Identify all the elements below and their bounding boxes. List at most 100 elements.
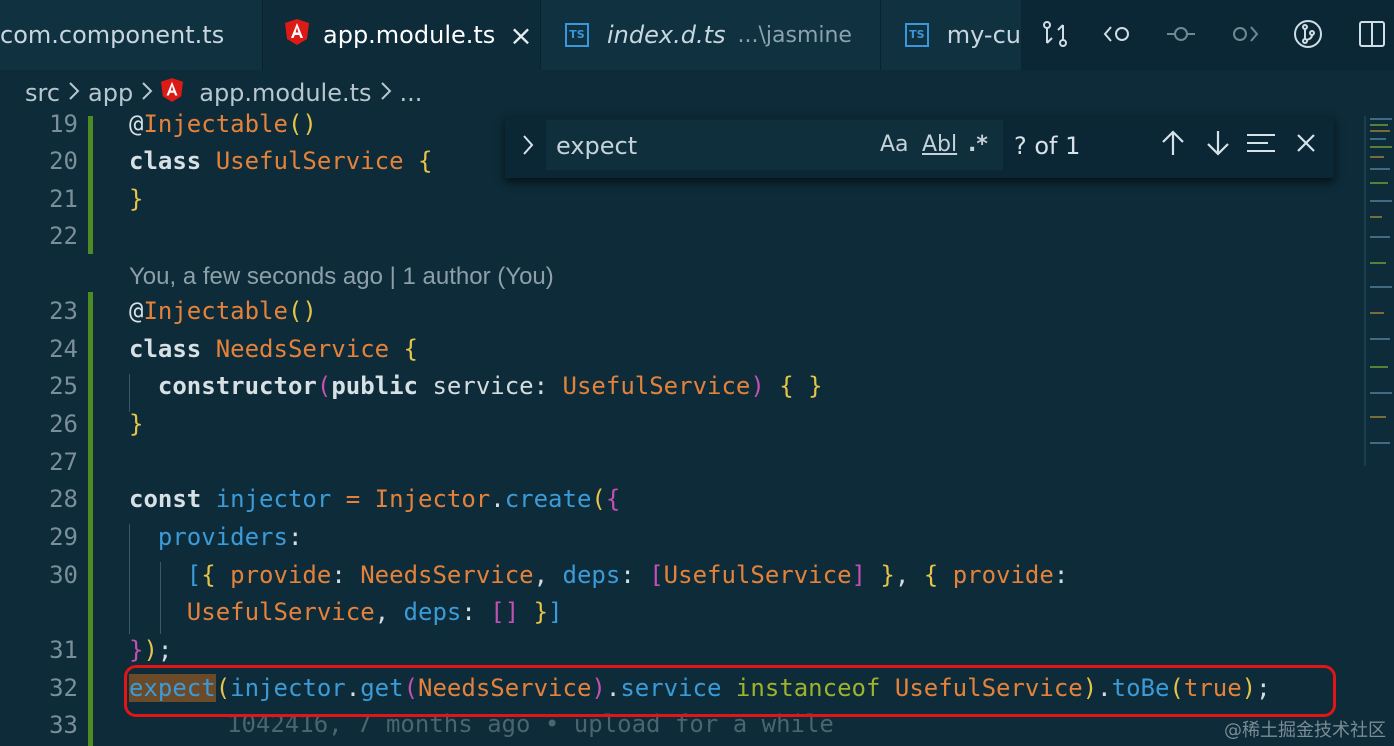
- token: constructor: [157, 372, 317, 400]
- token: =: [345, 485, 361, 513]
- token: {: [605, 485, 621, 513]
- breadcrumb-file[interactable]: app.module.ts: [199, 79, 371, 107]
- token: ): [143, 636, 158, 664]
- token: deps: [403, 598, 462, 626]
- code-line-30: [{ provide: NeedsService, deps: [UsefulS…: [129, 561, 1069, 589]
- line-number: 21: [49, 185, 78, 213]
- token: ,: [374, 598, 390, 626]
- line-number: 19: [49, 110, 78, 138]
- tab-bar: com.component.ts app.module.ts × TS inde…: [0, 0, 1394, 70]
- minimap[interactable]: [1364, 116, 1394, 466]
- code-line-31: });: [129, 636, 172, 664]
- breadcrumb-app[interactable]: app: [88, 79, 133, 107]
- angular-icon: [161, 78, 184, 108]
- token: { }: [779, 372, 823, 400]
- token: ): [750, 372, 765, 400]
- regex-toggle[interactable]: .*: [968, 132, 988, 157]
- ts-icon: TS: [565, 23, 589, 47]
- blame-annotation[interactable]: You, a few seconds ago | 1 author (You): [129, 263, 554, 291]
- find-input[interactable]: expect Aa Abl .*: [546, 120, 1003, 170]
- tab-path-hint: ...\jasmine: [737, 22, 852, 48]
- code-line-19: @Injectable(): [129, 110, 317, 138]
- code-line-29: providers:: [129, 523, 303, 551]
- tab-my-cu[interactable]: TS my-cu: [881, 0, 1021, 70]
- tab-com-component[interactable]: com.component.ts: [0, 0, 262, 70]
- token: [: [186, 561, 202, 589]
- code-line-23: @Injectable(): [129, 297, 317, 325]
- token: class: [129, 335, 202, 363]
- token: []: [490, 598, 520, 626]
- token: }: [129, 410, 144, 438]
- token: UsefulService: [663, 561, 852, 589]
- code-editor[interactable]: 19 20 21 22 23 24 25 26 27 28 29 30 31 3…: [0, 110, 1364, 746]
- token: const: [129, 485, 202, 513]
- whole-word-toggle[interactable]: Abl: [922, 132, 957, 157]
- go-back-icon[interactable]: [1100, 16, 1136, 52]
- close-icon[interactable]: [1289, 126, 1323, 160]
- source-control-icon[interactable]: [1290, 16, 1326, 52]
- breadcrumb-src[interactable]: src: [25, 79, 60, 107]
- chevron-right-icon: [68, 79, 80, 107]
- token: public: [331, 372, 419, 400]
- token: (: [591, 485, 606, 513]
- commit-icon[interactable]: [1163, 16, 1199, 52]
- match-case-toggle[interactable]: Aa: [880, 132, 909, 157]
- token: Injector: [374, 485, 491, 513]
- token: :: [620, 561, 635, 589]
- tab-app-module[interactable]: app.module.ts ×: [263, 0, 540, 70]
- line-number: 30: [49, 561, 78, 589]
- token: @: [129, 297, 144, 325]
- line-number: 20: [49, 147, 78, 175]
- token: }: [129, 636, 144, 664]
- token: ;: [157, 636, 173, 664]
- token: Injectable: [143, 297, 288, 325]
- token: :: [331, 561, 346, 589]
- token: :: [461, 598, 476, 626]
- code-line-28: const injector = Injector.create({: [129, 485, 620, 513]
- annotation-highlight-box: [124, 665, 1336, 717]
- tab-index-d-ts[interactable]: TS index.d.ts ...\jasmine: [541, 0, 880, 70]
- find-in-selection-icon[interactable]: [1244, 126, 1278, 160]
- find-widget: expect Aa Abl .* ? of 1: [505, 116, 1334, 178]
- token: (: [316, 372, 332, 400]
- token: UsefulService: [562, 372, 751, 400]
- close-icon[interactable]: ×: [509, 19, 532, 52]
- token: deps: [562, 561, 621, 589]
- token: NeedsService: [215, 335, 390, 363]
- code-line-26: }: [129, 410, 143, 438]
- token: .: [490, 485, 505, 513]
- token: {: [403, 335, 418, 363]
- token: provide: [952, 561, 1054, 589]
- token: }: [129, 185, 144, 213]
- breadcrumb-symbol[interactable]: ...: [400, 79, 423, 107]
- ts-icon: TS: [905, 23, 929, 47]
- token: :: [533, 372, 549, 400]
- token: {: [418, 147, 433, 175]
- chevron-right-icon: [380, 79, 392, 107]
- find-input-value: expect: [556, 132, 638, 160]
- line-number: 33: [49, 711, 78, 739]
- token: provide: [230, 561, 332, 589]
- token: NeedsService: [360, 561, 534, 589]
- next-match-arrow-down-icon[interactable]: [1201, 126, 1235, 160]
- token: UsefulService: [215, 147, 404, 175]
- go-forward-icon[interactable]: [1226, 16, 1262, 52]
- token: create: [504, 485, 592, 513]
- line-number: 27: [49, 448, 78, 476]
- code-line-20: class UsefulService {: [129, 147, 432, 175]
- split-editor-icon[interactable]: [1354, 16, 1390, 52]
- line-number: 23: [49, 297, 78, 325]
- compare-changes-icon[interactable]: [1037, 16, 1073, 52]
- token: @: [129, 110, 144, 138]
- line-number: 25: [49, 372, 78, 400]
- watermark: @稀土掘金技术社区: [1224, 720, 1386, 741]
- toggle-replace-chevron-icon[interactable]: [511, 128, 545, 162]
- token: injector: [215, 485, 332, 513]
- tab-label: com.component.ts: [0, 21, 225, 49]
- git-change-bar: [88, 292, 93, 746]
- token: }: [533, 598, 549, 626]
- previous-match-arrow-up-icon[interactable]: [1156, 126, 1190, 160]
- token: [: [649, 561, 664, 589]
- code-line-25: constructor(public service: UsefulServic…: [129, 372, 823, 400]
- tab-label: my-cu: [946, 21, 1021, 49]
